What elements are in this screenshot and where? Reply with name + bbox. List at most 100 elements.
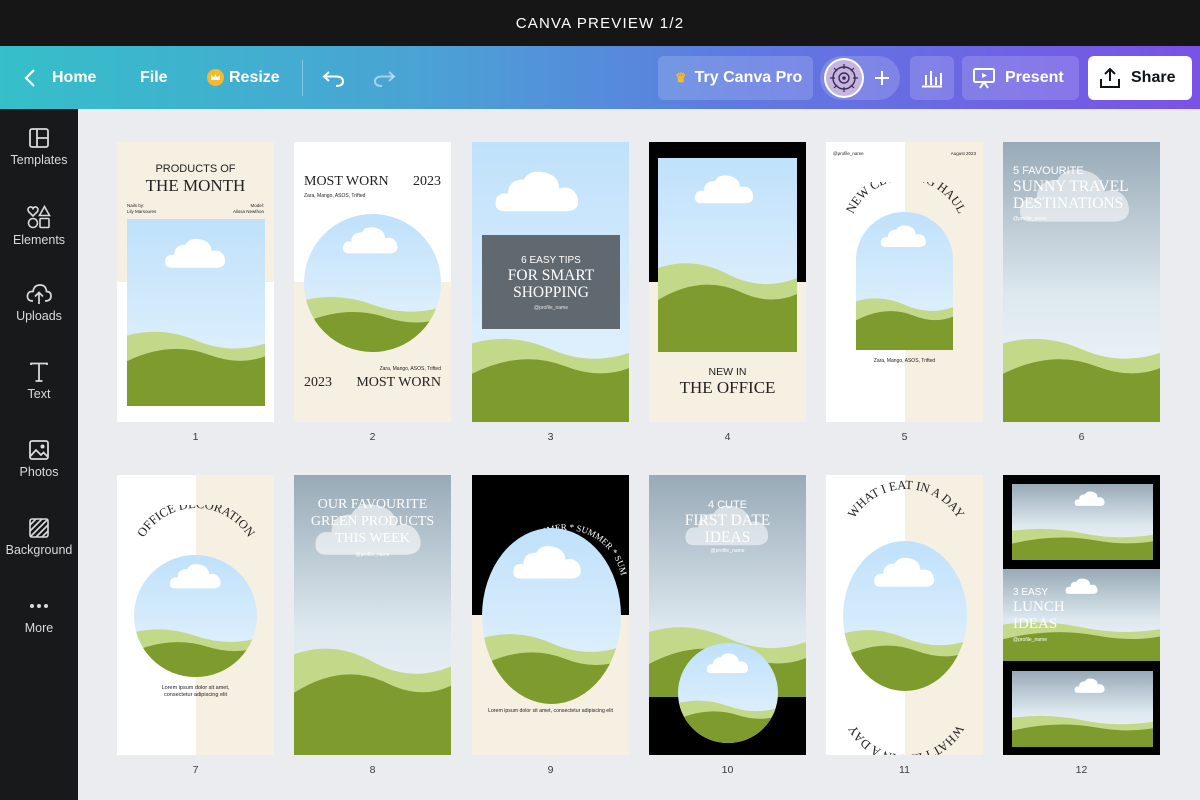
page-title: IDEAS	[1013, 616, 1058, 632]
credit-value: Lily Marsoures	[127, 209, 157, 214]
body-text: Lorem ipsum dolor sit amet, consectetur …	[488, 708, 613, 714]
page-thumbnail-8[interactable]: OUR FAVOURITE GREEN PRODUCTS THIS WEEK @…	[294, 475, 451, 755]
profile-handle: @profile_name	[534, 305, 568, 311]
undo-icon[interactable]	[322, 46, 346, 109]
page-thumbnail-10[interactable]: 4 CUTE FIRST DATE IDEAS @profile_name	[649, 475, 806, 755]
date-text: August 2023	[950, 151, 976, 156]
sidebar-item-background[interactable]: Background	[0, 517, 78, 587]
sidebar-item-templates[interactable]: Templates	[0, 127, 78, 197]
page-thumbnail-7[interactable]: OFFICE DECORATION Lorem ipsum dolor sit …	[117, 475, 274, 755]
page-number: 9	[547, 764, 554, 776]
crown-icon	[207, 69, 224, 86]
share-upload-icon	[1100, 67, 1120, 88]
profile-handle: @profile_name	[1013, 637, 1047, 643]
page-subtitle: PRODUCTS OF	[155, 163, 236, 175]
photos-icon	[29, 440, 49, 460]
svg-text:WHAT I EAT IN A DAY: WHAT I EAT IN A DAY	[845, 478, 967, 521]
page-subtitle: 5 FAVOURITE	[1013, 165, 1084, 177]
share-button[interactable]: Share	[1088, 56, 1192, 100]
page-thumbnail-1[interactable]: PRODUCTS OF THE MONTH Nails by: Lily Mar…	[117, 142, 274, 422]
page-thumbnail-9[interactable]: SUMMER * SUMMER * SUM Lorem ipsum dolor …	[472, 475, 629, 755]
svg-text:NEW CLOTHING HAUL: NEW CLOTHING HAUL	[843, 182, 969, 216]
page-title: LUNCH	[1013, 599, 1065, 615]
try-pro-label: Try Canva Pro	[694, 69, 803, 86]
credit-value: Alissa Newthon	[232, 209, 264, 214]
page-number: 7	[192, 764, 199, 776]
bar-chart-icon	[922, 71, 942, 88]
page-subtitle: 3 EASY	[1013, 587, 1049, 598]
resize-label: Resize	[229, 68, 280, 86]
arc-title: OFFICE DECORATION	[134, 505, 257, 540]
sidebar-item-label: Uploads	[16, 309, 62, 323]
page-thumbnail-6[interactable]: 5 FAVOURITE SUNNY TRAVEL DESTINATIONS @p…	[1003, 142, 1160, 422]
page-thumbnail-4[interactable]: NEW IN THE OFFICE	[649, 142, 806, 422]
page-thumbnail-11[interactable]: WHAT I EAT IN A DAY WHAT I EAT IN A DAY	[826, 475, 983, 755]
home-button[interactable]: Home	[52, 46, 96, 109]
page-title: THE OFFICE	[679, 378, 776, 397]
back-chevron-icon[interactable]	[24, 46, 36, 109]
page-title: FOR SMART	[507, 267, 595, 284]
page-subtitle: 6 EASY TIPS	[521, 255, 581, 266]
page-number: 12	[1075, 764, 1088, 776]
oval-photo	[843, 541, 967, 691]
page-thumbnail-3[interactable]: 6 EASY TIPS FOR SMART SHOPPING @profile_…	[472, 142, 629, 422]
collaborators-group	[820, 56, 900, 100]
arch-photo	[856, 212, 953, 350]
page-title: FIRST DATE	[684, 512, 771, 529]
arc-title: WHAT I EAT IN A DAY	[845, 478, 967, 521]
page-thumbnail-5[interactable]: @profile_name August 2023 NEW CLOTHING H…	[826, 142, 983, 422]
sidebar-item-photos[interactable]: Photos	[0, 439, 78, 509]
crown-icon: ♛	[675, 70, 687, 85]
elements-icon	[27, 205, 51, 229]
share-label: Share	[1131, 69, 1176, 86]
credit-label: Nails by:	[127, 203, 145, 208]
page-number: 1	[192, 431, 199, 443]
arc-title: NEW CLOTHING HAUL	[843, 182, 969, 216]
add-collaborator-icon[interactable]	[872, 68, 892, 88]
sidebar-item-text[interactable]: Text	[0, 361, 78, 431]
landscape-photo	[658, 158, 797, 352]
sidebar-item-elements[interactable]: Elements	[0, 205, 78, 275]
profile-handle: @profile_name	[833, 151, 864, 156]
landscape-photo	[1012, 484, 1153, 560]
page-thumbnail-2[interactable]: MOST WORN 2023 Zara, Mango, ASOS, Trifte…	[294, 142, 451, 422]
redo-icon[interactable]	[372, 46, 396, 109]
page-number: 3	[547, 431, 554, 443]
profile-handle: @profile_name	[355, 552, 390, 558]
pages-grid: PRODUCTS OF THE MONTH Nails by: Lily Mar…	[78, 109, 1200, 800]
sidebar-item-uploads[interactable]: Uploads	[0, 283, 78, 353]
page-number: 10	[721, 764, 734, 776]
try-canva-pro-button[interactable]: ♛ Try Canva Pro	[658, 56, 813, 100]
circle-photo	[304, 214, 441, 352]
page-title: OUR FAVOURITE	[317, 497, 428, 512]
sidebar-item-label: More	[24, 621, 54, 635]
page-title: THE MONTH	[145, 176, 246, 195]
arc-title: WHAT I EAT IN A DAY	[845, 723, 966, 755]
page-title: MOST WORN	[356, 375, 441, 390]
avatar[interactable]	[824, 58, 864, 98]
circle-photo	[678, 643, 778, 743]
brands-text: Zara, Mango, ASOS, Trifted	[379, 366, 441, 372]
present-button[interactable]: Present	[962, 56, 1079, 100]
analytics-button[interactable]	[910, 56, 954, 100]
body-text: Lorem ipsum dolor sit amet,	[161, 685, 230, 691]
file-menu-button[interactable]: File	[140, 46, 168, 109]
svg-text:OFFICE DECORATION: OFFICE DECORATION	[134, 505, 257, 540]
toolbar-divider	[302, 60, 303, 96]
page-title: DESTINATIONS	[1013, 195, 1124, 212]
sidebar-item-more[interactable]: More	[0, 595, 78, 665]
landscape-photo	[1012, 671, 1153, 747]
page-title: SUNNY TRAVEL	[1013, 178, 1129, 195]
left-sidebar: Templates Elements Uploads Text Photos B…	[0, 109, 78, 800]
landscape-photo	[127, 219, 265, 406]
background-icon	[29, 518, 49, 538]
resize-button[interactable]: Resize	[207, 46, 280, 109]
templates-icon	[29, 128, 49, 148]
page-title: MOST WORN	[304, 174, 389, 189]
page-number: 5	[901, 431, 908, 443]
page-title: SHOPPING	[513, 284, 589, 301]
profile-handle: @profile_name	[1013, 216, 1047, 222]
page-thumbnail-12[interactable]: 3 EASY LUNCH IDEAS @profile_name	[1003, 475, 1160, 755]
page-subtitle: 4 CUTE	[707, 499, 748, 511]
circle-photo	[134, 555, 257, 677]
